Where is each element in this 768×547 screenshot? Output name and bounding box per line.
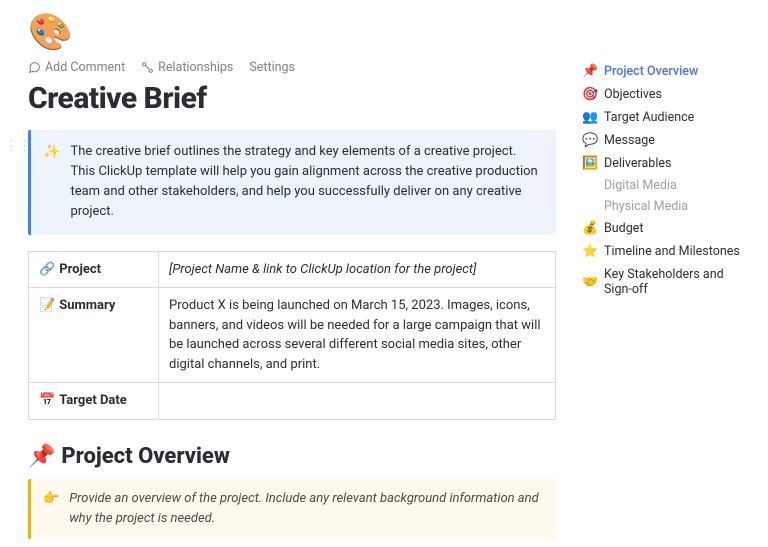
toc-label: Project Overview xyxy=(604,64,698,79)
overview-hint-text: Provide an overview of the project. Incl… xyxy=(69,489,542,529)
table-row: 🔗 Project [Project Name & link to ClickUp… xyxy=(29,251,556,288)
memo-icon: 📝 xyxy=(39,298,55,313)
page-title[interactable]: Creative Brief xyxy=(28,81,556,116)
intro-callout-text: The creative brief outlines the strategy… xyxy=(70,142,540,223)
row-header: 📅 Target Date xyxy=(29,383,159,420)
toc-label: Objectives xyxy=(604,87,662,102)
relationships-icon xyxy=(141,61,154,74)
section-heading-text: Project Overview xyxy=(61,444,230,469)
toc-item-message[interactable]: 💬 Message xyxy=(578,129,756,152)
settings-label: Settings xyxy=(249,60,295,75)
toc-label: Budget xyxy=(604,221,643,236)
toc-label: Target Audience xyxy=(604,110,694,125)
toc-item-budget[interactable]: 💰 Budget xyxy=(578,217,756,240)
row-label: Project xyxy=(59,262,101,277)
link-icon: 🔗 xyxy=(39,262,55,277)
comment-icon xyxy=(28,61,41,74)
pushpin-icon: 📌 xyxy=(28,444,55,469)
pushpin-icon: 📌 xyxy=(582,64,598,79)
row-value[interactable] xyxy=(159,383,556,420)
speech-icon: 💬 xyxy=(582,133,598,148)
handshake-icon: 🤝 xyxy=(582,275,598,290)
page-root: 🎨 Add Comment Relationships Settings Cre… xyxy=(0,0,768,547)
toc-item-objectives[interactable]: 🎯 Objectives xyxy=(578,83,756,106)
relationships-button[interactable]: Relationships xyxy=(141,60,233,75)
add-comment-label: Add Comment xyxy=(45,60,125,75)
calendar-icon: 📅 xyxy=(39,393,55,408)
row-header: 📝 Summary xyxy=(29,288,159,383)
people-icon: 👥 xyxy=(582,110,598,125)
toc-item-target-audience[interactable]: 👥 Target Audience xyxy=(578,106,756,129)
intro-callout: ✨ The creative brief outlines the strate… xyxy=(28,130,556,235)
toc-item-timeline[interactable]: ⭐ Timeline and Milestones xyxy=(578,240,756,263)
row-label: Summary xyxy=(59,298,115,313)
toc-sub-digital-media[interactable]: Digital Media xyxy=(578,175,756,196)
toc-sub-physical-media[interactable]: Physical Media xyxy=(578,196,756,217)
toc-sidebar: 📌 Project Overview 🎯 Objectives 👥 Target… xyxy=(570,0,768,547)
toolbar: Add Comment Relationships Settings xyxy=(28,60,556,75)
target-icon: 🎯 xyxy=(582,87,598,102)
table-row: 📝 Summary Product X is being launched on … xyxy=(29,288,556,383)
section-heading-overview[interactable]: 📌 Project Overview xyxy=(28,444,556,469)
overview-hint-callout: 👉 Provide an overview of the project. In… xyxy=(28,479,556,539)
star-icon: ⭐ xyxy=(582,244,598,259)
info-table-body: 🔗 Project [Project Name & link to ClickUp… xyxy=(29,251,556,419)
relationships-label: Relationships xyxy=(158,60,233,75)
toc-item-deliverables[interactable]: 🖼️ Deliverables xyxy=(578,152,756,175)
pointing-hand-icon: 👉 xyxy=(43,489,59,529)
toc-item-stakeholders[interactable]: 🤝 Key Stakeholders and Sign-off xyxy=(578,263,756,301)
toc-item-project-overview[interactable]: 📌 Project Overview xyxy=(578,60,756,83)
picture-icon: 🖼️ xyxy=(582,156,598,171)
toc-label: Message xyxy=(604,133,655,148)
sparkles-icon: ✨ xyxy=(43,142,60,223)
drag-handle-icon[interactable]: ⋮⋮ xyxy=(4,138,32,154)
row-value[interactable]: [Project Name & link to ClickUp location… xyxy=(159,251,556,288)
cover-emoji[interactable]: 🎨 xyxy=(28,14,556,50)
row-header: 🔗 Project xyxy=(29,251,159,288)
money-icon: 💰 xyxy=(582,221,598,236)
toc-label: Timeline and Milestones xyxy=(604,244,740,259)
add-comment-button[interactable]: Add Comment xyxy=(28,60,125,75)
row-label: Target Date xyxy=(59,393,127,408)
content-area: 🎨 Add Comment Relationships Settings Cre… xyxy=(0,0,570,547)
settings-button[interactable]: Settings xyxy=(249,60,295,75)
toc-label: Deliverables xyxy=(604,156,671,171)
row-value[interactable]: Product X is being launched on March 15,… xyxy=(159,288,556,383)
table-row: 📅 Target Date xyxy=(29,383,556,420)
info-table: 🔗 Project [Project Name & link to ClickUp… xyxy=(28,251,556,420)
toc-label: Key Stakeholders and Sign-off xyxy=(604,267,752,297)
